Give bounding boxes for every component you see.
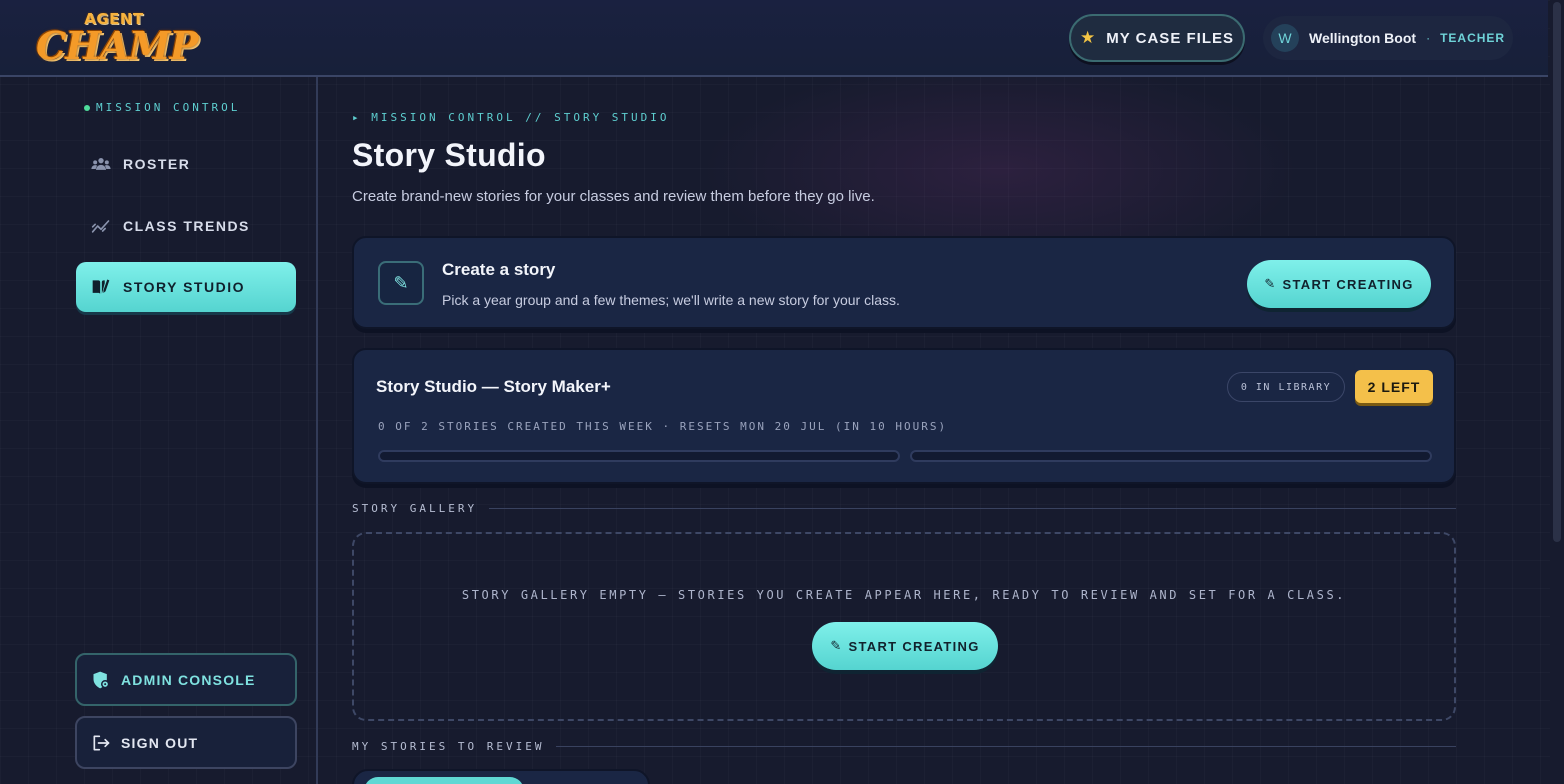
scrollbar[interactable] xyxy=(1550,0,1564,784)
sidebar-heading-label: MISSION CONTROL xyxy=(96,101,241,114)
admin-console-button[interactable]: ADMIN CONSOLE xyxy=(75,653,297,706)
avatar: W xyxy=(1271,24,1299,52)
top-bar: AGENT CHAMP ★ MY CASE FILES W Wellington… xyxy=(0,0,1548,77)
user-chip[interactable]: W Wellington Boot · TEACHER xyxy=(1263,16,1513,60)
book-pen-icon xyxy=(92,279,110,294)
create-story-card: ✎ Create a story Pick a year group and a… xyxy=(352,236,1456,329)
breadcrumb: ▸ MISSION CONTROL // STORY STUDIO xyxy=(352,111,670,124)
user-name: Wellington Boot xyxy=(1309,30,1417,46)
review-tabs xyxy=(352,769,650,784)
pencil-icon: ✎ xyxy=(830,638,843,653)
sidebar-heading: MISSION CONTROL xyxy=(84,101,240,114)
story-gallery-empty-state: STORY GALLERY EMPTY — STORIES YOU CREATE… xyxy=(352,532,1456,721)
page-subtitle: Create brand-new stories for your classe… xyxy=(352,188,875,205)
star-icon: ★ xyxy=(1080,28,1097,47)
sidebar-item-label: STORY STUDIO xyxy=(123,279,245,295)
start-creating-label: START CREATING xyxy=(1282,276,1414,292)
sign-out-label: SIGN OUT xyxy=(121,734,199,751)
quota-slot-bar xyxy=(378,450,900,462)
admin-console-label: ADMIN CONSOLE xyxy=(121,671,256,688)
start-creating-button[interactable]: ✎ START CREATING xyxy=(1247,260,1431,308)
review-tab-active[interactable] xyxy=(364,777,524,784)
pencil-icon: ✎ xyxy=(378,261,424,305)
sign-out-button[interactable]: SIGN OUT xyxy=(75,716,297,769)
divider xyxy=(556,746,1456,747)
case-files-label: MY CASE FILES xyxy=(1106,29,1234,47)
sidebar: MISSION CONTROL ROSTER CLASS TRENDS STOR… xyxy=(0,77,318,784)
agent-champ-logo[interactable]: AGENT CHAMP xyxy=(36,10,198,68)
pencil-icon: ✎ xyxy=(1264,276,1277,291)
users-icon xyxy=(91,158,111,170)
sign-out-icon xyxy=(93,735,110,750)
main-content: ▸ MISSION CONTROL // STORY STUDIO Story … xyxy=(352,77,1456,784)
stories-left-badge: 2 LEFT xyxy=(1355,370,1433,403)
story-maker-quota-card: Story Studio — Story Maker+ 0 IN LIBRARY… xyxy=(352,348,1456,484)
weekly-quota-text: 0 OF 2 STORIES CREATED THIS WEEK · RESET… xyxy=(378,420,948,433)
sidebar-item-label: CLASS TRENDS xyxy=(123,218,250,234)
story-maker-title: Story Studio — Story Maker+ xyxy=(376,377,611,396)
quota-slot-bar xyxy=(910,450,1432,462)
create-story-title: Create a story xyxy=(442,260,556,279)
my-case-files-button[interactable]: ★ MY CASE FILES xyxy=(1069,14,1245,62)
start-creating-label: START CREATING xyxy=(848,638,980,654)
my-stories-review-heading: MY STORIES TO REVIEW xyxy=(352,740,1456,753)
page-title: Story Studio xyxy=(352,137,546,173)
create-story-description: Pick a year group and a few themes; we'l… xyxy=(442,292,900,308)
gallery-empty-text: STORY GALLERY EMPTY — STORIES YOU CREATE… xyxy=(461,588,1347,602)
user-separator: · xyxy=(1426,31,1431,45)
my-stories-review-label: MY STORIES TO REVIEW xyxy=(352,740,545,753)
divider xyxy=(489,508,1456,509)
story-gallery-heading: STORY GALLERY xyxy=(352,502,1456,515)
logo-main-text: CHAMP xyxy=(36,23,198,68)
sidebar-item-class-trends[interactable]: CLASS TRENDS xyxy=(76,201,296,251)
sidebar-item-roster[interactable]: ROSTER xyxy=(76,139,296,189)
trend-line-icon xyxy=(91,220,110,233)
sidebar-item-story-studio[interactable]: STORY STUDIO xyxy=(76,262,296,312)
sidebar-item-label: ROSTER xyxy=(123,156,191,172)
status-dot-icon xyxy=(84,104,90,111)
scrollbar-thumb[interactable] xyxy=(1553,2,1561,542)
shield-gear-icon xyxy=(93,671,110,688)
library-count-badge: 0 IN LIBRARY xyxy=(1227,372,1345,402)
user-role: TEACHER xyxy=(1440,31,1506,45)
story-gallery-label: STORY GALLERY xyxy=(352,502,478,515)
gallery-start-creating-button[interactable]: ✎ START CREATING xyxy=(812,622,998,670)
